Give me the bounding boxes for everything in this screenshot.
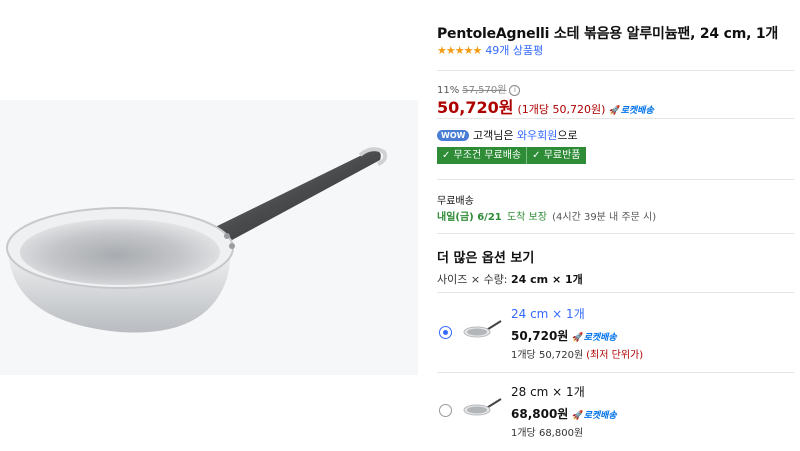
wow-member-link[interactable]: 와우회원 [517, 129, 557, 142]
lowest-unit-badge: (최저 단위가) [586, 350, 644, 361]
rating-row[interactable]: ★★★★★ 49개 상품평 [437, 42, 543, 58]
membership-text-prefix: 고객님은 [472, 129, 514, 142]
divider [437, 292, 794, 293]
option-unit-prefix: 1개당 [511, 428, 536, 439]
rocket-label: 로켓배송 [620, 106, 654, 116]
product-title: PentoleAgnelli 소테 볶음용 알루미늄팬, 24 cm, 1개 [437, 26, 779, 42]
divider [437, 372, 794, 373]
delivery-note: (4시간 39분 내 주문 시) [552, 212, 657, 223]
pan-thumbnail [463, 320, 502, 338]
shipping-tags: ✓ 무조건 무료배송 ✓ 무료반품 [437, 147, 586, 164]
price-row: 50,720원 (1개당 50,720원) 🚀로켓배송 [437, 94, 654, 118]
size-quantity-row: 사이즈 × 수량: 24 cm × 1개 [437, 271, 583, 287]
rocket-icon: 🚀 [572, 411, 584, 421]
option-unit-price: 68,800원 [538, 428, 584, 439]
option-price-row: 50,720원 🚀로켓배송 [511, 327, 617, 344]
option-unit-price-row: 1개당 68,800원 [511, 424, 583, 439]
divider [437, 70, 794, 71]
option-28cm[interactable]: 28 cm × 1개 68,800원 🚀로켓배송 1개당 68,800원 [437, 378, 794, 448]
rocket-icon: 🚀 [609, 106, 621, 116]
pan-thumbnail [463, 398, 502, 416]
unit-price: (1개당 50,720원) [517, 103, 606, 116]
option-radio[interactable] [439, 326, 452, 339]
option-price: 68,800원 [511, 407, 569, 421]
rocket-delivery-badge: 🚀로켓배송 [572, 411, 616, 421]
option-name: 28 cm × 1개 [511, 385, 585, 399]
size-quantity-value: 24 cm × 1개 [511, 273, 583, 286]
sale-price: 50,720원 [437, 98, 514, 117]
wow-badge: WOW [437, 130, 470, 141]
rocket-delivery-badge: 🚀로켓배송 [609, 106, 653, 116]
more-options-title: 더 많은 옵션 보기 [437, 251, 535, 266]
rocket-label: 로켓배송 [583, 333, 617, 343]
option-unit-price-row: 1개당 50,720원 (최저 단위가) [511, 346, 643, 361]
review-count-link[interactable]: 49개 상품평 [485, 44, 543, 57]
free-shipping-tag: ✓ 무조건 무료배송 [437, 147, 528, 164]
delivery-label: 무료배송 [437, 196, 474, 207]
delivery-status: 도착 보장 [506, 212, 547, 223]
option-24cm[interactable]: 24 cm × 1개 50,720원 🚀로켓배송 1개당 50,720원 (최저 단… [437, 300, 794, 370]
rocket-delivery-badge: 🚀로켓배송 [572, 333, 616, 343]
delivery-row: 내일(금) 6/21 도착 보장 (4시간 39분 내 주문 시) [437, 208, 656, 223]
option-unit-prefix: 1개당 [511, 350, 536, 361]
frying-pan-image [6, 147, 388, 333]
option-unit-price: 50,720원 [538, 350, 584, 361]
divider [437, 179, 794, 180]
size-quantity-label: 사이즈 × 수량: [437, 273, 508, 286]
star-rating-icon: ★★★★★ [437, 44, 482, 57]
option-price: 50,720원 [511, 329, 569, 343]
rocket-icon: 🚀 [572, 333, 584, 343]
membership-text-suffix: 으로 [557, 129, 578, 142]
option-price-row: 68,800원 🚀로켓배송 [511, 405, 617, 422]
divider [437, 118, 794, 119]
rocket-label: 로켓배송 [583, 411, 617, 421]
divider [437, 233, 794, 234]
membership-row: WOW 고객님은 와우회원으로 [437, 127, 578, 143]
option-radio[interactable] [439, 404, 452, 417]
delivery-date: 내일(금) 6/21 [437, 212, 502, 223]
option-name: 24 cm × 1개 [511, 307, 585, 321]
free-return-tag: ✓ 무료반품 [532, 150, 581, 161]
product-image[interactable] [0, 100, 418, 375]
